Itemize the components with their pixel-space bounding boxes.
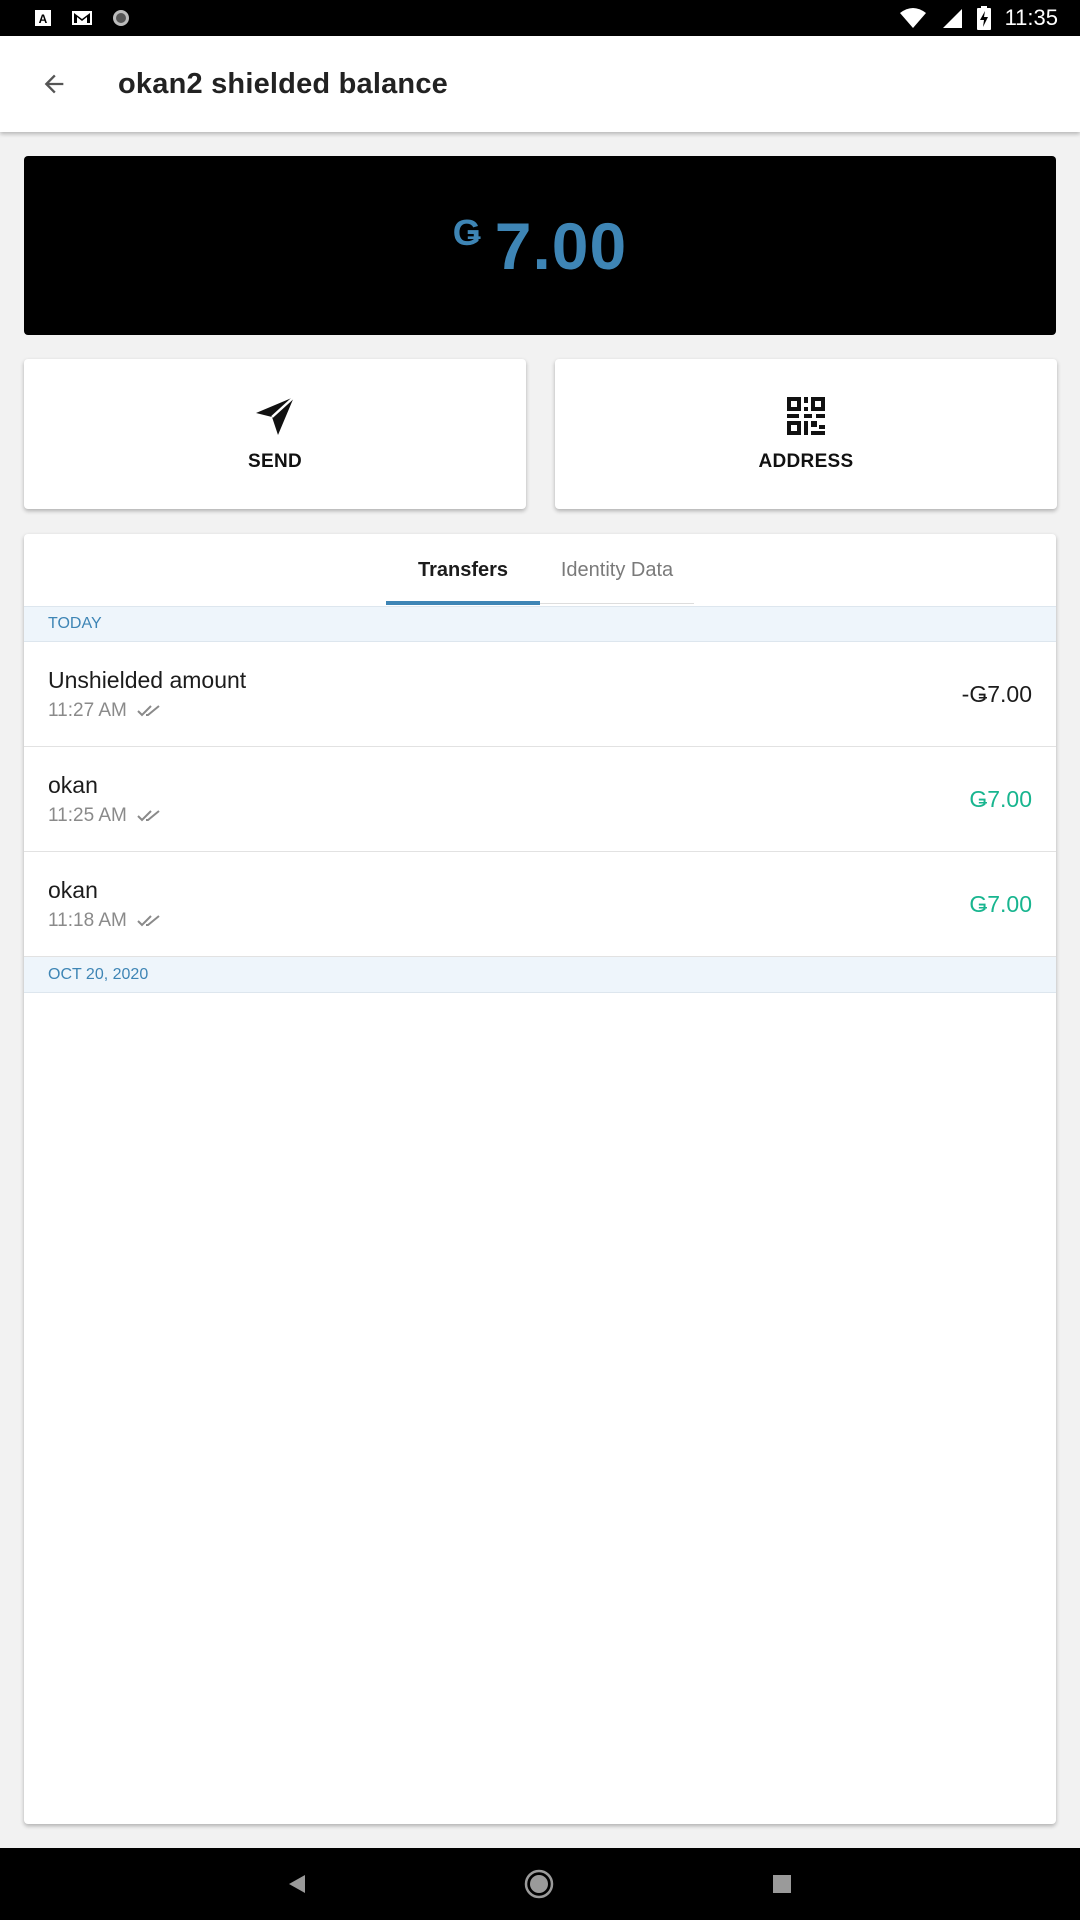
section-header-date: OCT 20, 2020 [24, 957, 1056, 993]
transaction-meta: 11:25 AM [48, 805, 161, 827]
transaction-meta: 11:18 AM [48, 910, 161, 932]
signal-icon [942, 9, 962, 28]
battery-charging-icon [976, 6, 991, 30]
double-check-icon [137, 914, 160, 926]
nav-home-button[interactable] [523, 1868, 555, 1900]
nav-recent-icon [773, 1875, 791, 1893]
nav-recent-button[interactable] [766, 1868, 798, 1900]
tab-active-indicator [386, 601, 540, 605]
nav-back-button[interactable] [281, 1868, 313, 1900]
tab-identity-data[interactable]: Identity Data [540, 534, 694, 606]
balance-display: Ǥ 7.00 [453, 208, 627, 284]
section-header-today: TODAY [24, 606, 1056, 642]
transaction-name: okan [48, 876, 98, 903]
wifi-icon [899, 8, 926, 28]
tab-bar: Transfers Identity Data [24, 534, 1056, 606]
transaction-meta: 11:27 AM [48, 700, 246, 722]
send-button[interactable]: SEND [24, 359, 526, 509]
app-bar: okan2 shielded balance [0, 36, 1080, 132]
currency-symbol: Ǥ [452, 211, 481, 253]
transaction-amount: Ǥ7.00 [969, 785, 1032, 812]
transaction-amount: Ǥ7.00 [969, 890, 1032, 917]
double-check-icon [137, 704, 160, 716]
status-bar: A 11:35 [0, 0, 1080, 36]
app-a-icon: A [35, 10, 51, 26]
transaction-row[interactable]: okan 11:18 AM Ǥ7.00 [24, 852, 1056, 957]
balance-amount: 7.00 [494, 208, 628, 283]
transaction-info: okan 11:18 AM [48, 877, 161, 932]
transaction-row[interactable]: Unshielded amount 11:27 AM -Ǥ7.00 [24, 642, 1056, 747]
transaction-name: Unshielded amount [48, 666, 247, 693]
qr-code-icon [787, 397, 825, 435]
gmail-icon [72, 11, 92, 25]
nav-back-icon [289, 1875, 305, 1893]
nav-home-icon [524, 1869, 554, 1899]
double-check-icon [137, 809, 160, 821]
status-time: 11:35 [1004, 5, 1058, 30]
send-icon [256, 396, 295, 435]
page-title: okan2 shielded balance [118, 67, 448, 100]
system-nav-bar [0, 1848, 1080, 1920]
transaction-info: Unshielded amount 11:27 AM [48, 667, 246, 722]
transaction-amount: -Ǥ7.00 [961, 680, 1032, 707]
transaction-time: 11:18 AM [48, 909, 127, 931]
tab-divider [540, 603, 694, 604]
svg-text:A: A [39, 12, 48, 26]
address-label: ADDRESS [758, 451, 854, 472]
transaction-info: okan 11:25 AM [48, 772, 161, 827]
send-label: SEND [248, 451, 302, 472]
transaction-row[interactable]: okan 11:25 AM Ǥ7.00 [24, 747, 1056, 852]
transaction-time: 11:27 AM [48, 699, 127, 721]
transaction-name: okan [48, 771, 98, 798]
transaction-time: 11:25 AM [48, 804, 127, 826]
transactions-panel: Transfers Identity Data TODAY Unshielded… [24, 534, 1056, 1824]
address-button[interactable]: ADDRESS [555, 359, 1057, 509]
arrow-left-icon [44, 74, 64, 94]
tab-transfers[interactable]: Transfers [386, 534, 540, 606]
status-left-icons: A [0, 9, 130, 27]
balance-card: Ǥ 7.00 [24, 156, 1056, 335]
status-right-icons: 11:35 [899, 5, 1080, 31]
screen: A 11:35 okan2 shielded balance Ǥ 7.00 SE… [0, 0, 1080, 1920]
back-button[interactable] [26, 56, 82, 112]
record-icon [113, 10, 129, 26]
